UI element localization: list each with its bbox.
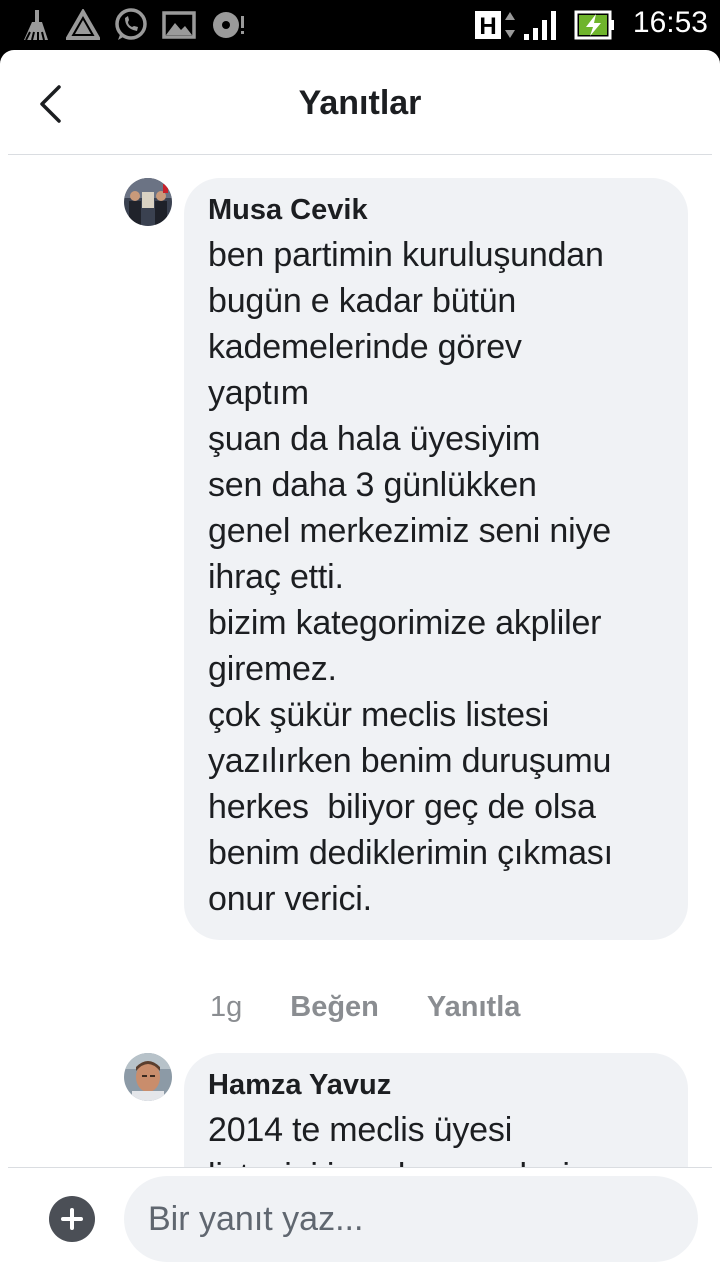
media-notification-icon [210, 8, 250, 42]
reply-button[interactable]: Yanıtla [427, 991, 521, 1024]
alert-triangle-icon [66, 8, 100, 42]
plus-circle-icon [61, 1208, 83, 1230]
reply-input[interactable] [124, 1176, 698, 1262]
comment-author[interactable]: Musa Cevik [208, 192, 664, 228]
header: Yanıtlar [0, 50, 720, 154]
gallery-icon [162, 8, 196, 42]
replies-sheet: Yanıtlar Musa Cevik ben partimin kuruluş… [0, 50, 720, 1280]
comment-text: 2014 te meclis üyesi listesini imzalamam… [208, 1111, 589, 1167]
status-bar: H 16:53 [0, 0, 720, 50]
avatar[interactable] [124, 178, 172, 226]
comment-actions: 1g Beğen Yanıtla [210, 991, 568, 1024]
replies-list[interactable]: Musa Cevik ben partimin kuruluşundan bug… [0, 155, 720, 1167]
signal-icon [522, 8, 558, 42]
whatsapp-icon [112, 8, 150, 42]
status-time: 16:53 [632, 6, 708, 39]
comment-time: 1g [210, 991, 243, 1023]
add-attachment-button[interactable] [49, 1196, 95, 1242]
comment-text: ben partimin kuruluşundan bugün e kadar … [208, 236, 613, 918]
cleaner-icon [18, 8, 56, 42]
page-title: Yanıtlar [298, 84, 422, 122]
divider [8, 1167, 712, 1168]
comment-bubble[interactable]: Hamza Yavuz 2014 te meclis üyesi listesi… [184, 1053, 688, 1167]
battery-charging-icon [574, 8, 616, 42]
avatar[interactable] [124, 1053, 172, 1101]
comment-bubble[interactable]: Musa Cevik ben partimin kuruluşundan bug… [184, 178, 688, 940]
hspa-data-icon: H [474, 8, 522, 42]
network-type-label: H [479, 13, 496, 40]
reply-composer [0, 1167, 720, 1280]
comment-author[interactable]: Hamza Yavuz [208, 1067, 664, 1103]
like-button[interactable]: Beğen [290, 991, 379, 1024]
